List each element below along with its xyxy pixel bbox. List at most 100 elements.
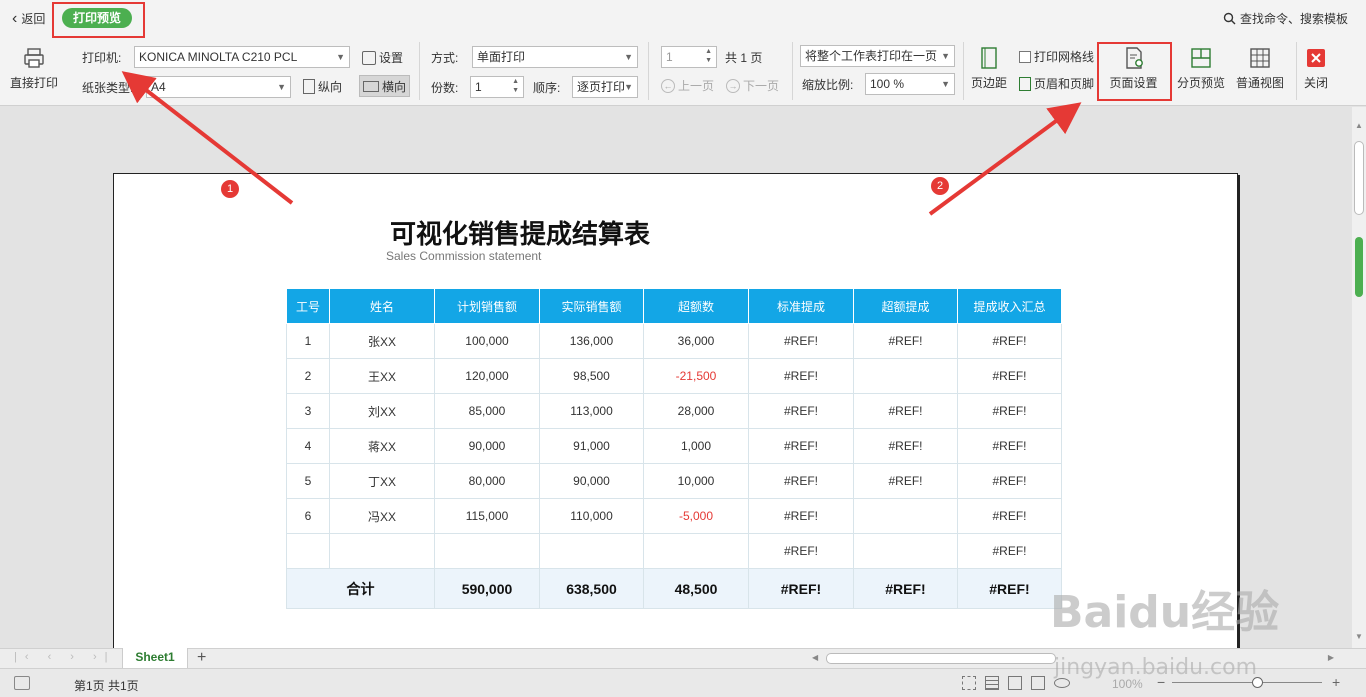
table-cell: #REF! xyxy=(748,358,854,394)
table-cell xyxy=(539,533,644,569)
table-cell: #REF! xyxy=(957,533,1062,569)
table-row: 1 张XX 100,000 136,000 36,000 #REF! #REF!… xyxy=(286,323,1062,359)
direct-print-button[interactable]: 直接打印 xyxy=(10,46,58,91)
table-cell: 120,000 xyxy=(434,358,540,394)
printer-label: 打印机: xyxy=(82,51,122,65)
scroll-left-icon[interactable]: ◀ xyxy=(812,653,818,662)
table-cell: #REF! xyxy=(748,323,854,359)
total-pages: 共 1 页 xyxy=(725,51,763,65)
table-cell: 3 xyxy=(286,393,330,429)
header-cell: 实际销售额 xyxy=(539,288,644,324)
print-gridlines-checkbox[interactable]: 打印网格线 xyxy=(1019,48,1094,65)
zoom-label: 缩放比例: xyxy=(802,78,854,92)
tab-sheet1[interactable]: Sheet1 xyxy=(122,648,188,669)
copies-stepper[interactable]: 1 ▲ ▼ xyxy=(470,76,524,98)
printer-select[interactable]: KONICA MINOLTA C210 PCL ▼ xyxy=(134,46,350,68)
table-cell: #REF! xyxy=(957,498,1062,534)
close-preview-button[interactable]: 关闭 xyxy=(1304,46,1328,91)
header-footer-button[interactable]: 页眉和页脚 xyxy=(1019,75,1094,92)
table-cell xyxy=(853,498,958,534)
header-cell: 提成收入汇总 xyxy=(957,288,1062,324)
horizontal-scroll-thumb[interactable] xyxy=(826,653,1056,664)
table-row: 5 丁XX 80,000 90,000 10,000 #REF! #REF! #… xyxy=(286,463,1062,499)
table-cell xyxy=(434,533,540,569)
search-icon xyxy=(1223,12,1236,25)
zoom-in-button[interactable]: + xyxy=(1332,674,1340,690)
table-cell: 115,000 xyxy=(434,498,540,534)
search-label: 查找命令、搜索模板 xyxy=(1239,12,1348,26)
print-gridlines-label: 打印网格线 xyxy=(1034,50,1095,64)
zoom-select[interactable]: 100 % ▼ xyxy=(865,73,955,95)
total-label: 合计 xyxy=(286,568,435,609)
table-cell: #REF! xyxy=(957,393,1062,429)
table-row: 4 蒋XX 90,000 91,000 1,000 #REF! #REF! #R… xyxy=(286,428,1062,464)
order-select[interactable]: 逐页打印 ▼ xyxy=(572,76,638,98)
total-cell: #REF! xyxy=(957,568,1062,609)
table-cell: 91,000 xyxy=(539,428,644,464)
margins-icon xyxy=(981,47,997,69)
scroll-thumb[interactable] xyxy=(1354,141,1364,215)
next-page-label: 下一页 xyxy=(743,79,780,93)
landscape-button[interactable]: 横向 xyxy=(359,75,411,97)
zoom-slider[interactable] xyxy=(1172,677,1322,688)
total-row: 合计 590,000 638,500 48,500 #REF! #REF! #R… xyxy=(286,568,1062,609)
total-cell: #REF! xyxy=(748,568,854,609)
page-break-preview-button[interactable]: 分页预览 xyxy=(1177,46,1225,91)
add-sheet-button[interactable]: + xyxy=(197,649,206,667)
vertical-scrollbar[interactable]: ▲ ▼ xyxy=(1352,107,1366,648)
margins-button[interactable]: 页边距 xyxy=(971,46,1007,91)
ribbon-divider xyxy=(1296,42,1297,100)
printer-settings-button[interactable]: 设置 xyxy=(362,49,403,66)
landscape-icon xyxy=(363,80,379,92)
copies-label: 份数: xyxy=(431,81,459,95)
table-cell: #REF! xyxy=(748,498,854,534)
table-header-row: 工号 姓名 计划销售额 实际销售额 超额数 标准提成 超额提成 提成收入汇总 xyxy=(286,288,1062,324)
table-cell: 110,000 xyxy=(539,498,644,534)
next-page-button[interactable]: → 下一页 xyxy=(726,77,779,94)
table-cell: #REF! xyxy=(853,428,958,464)
page-info: 第1页 共1页 xyxy=(74,679,139,693)
paper-type-select[interactable]: A4 ▼ xyxy=(146,76,291,98)
printer-value: KONICA MINOLTA C210 PCL xyxy=(139,50,298,64)
portrait-button[interactable]: 纵向 xyxy=(303,78,342,95)
normal-view-button[interactable]: 普通视图 xyxy=(1236,46,1284,91)
scroll-down-icon[interactable]: ▼ xyxy=(1355,632,1363,641)
table-cell: 28,000 xyxy=(643,393,749,429)
total-cell: 48,500 xyxy=(643,568,749,609)
header-cell: 标准提成 xyxy=(748,288,854,324)
printer-icon xyxy=(24,48,44,68)
scroll-right-icon[interactable]: ▶ xyxy=(1328,653,1334,662)
scroll-up-icon[interactable]: ▲ xyxy=(1355,121,1363,130)
normal-view-icon[interactable] xyxy=(985,676,999,690)
fit-to-page-value: 将整个工作表打印在一页 xyxy=(805,49,938,63)
command-search[interactable]: 查找命令、搜索模板 xyxy=(1223,10,1348,27)
header-cell: 姓名 xyxy=(329,288,435,324)
stepper-arrows-icon: ▲ ▼ xyxy=(512,78,519,94)
table-cell: 36,000 xyxy=(643,323,749,359)
table-cell xyxy=(853,533,958,569)
tab-nav-icon[interactable]: |‹ ‹ › ›| xyxy=(14,651,116,663)
table-cell: #REF! xyxy=(748,393,854,429)
printer-settings-label: 设置 xyxy=(379,51,404,65)
back-button[interactable]: ‹ 返回 xyxy=(12,10,45,27)
watermark-url: jingyan.baidu.com xyxy=(1054,655,1258,680)
page-layout-icon[interactable] xyxy=(1008,676,1022,690)
table-cell: 113,000 xyxy=(539,393,644,429)
prev-page-button[interactable]: ← 上一页 xyxy=(661,77,714,94)
macro-icon[interactable] xyxy=(14,676,30,690)
zoom-slider-indicator[interactable] xyxy=(1355,237,1363,297)
page-number-stepper[interactable]: 1 ▲ ▼ xyxy=(661,46,717,68)
normal-view-label: 普通视图 xyxy=(1236,76,1285,90)
table-cell: 90,000 xyxy=(539,463,644,499)
page-break-view-icon[interactable] xyxy=(1031,676,1045,690)
fullscreen-icon[interactable] xyxy=(962,676,976,690)
close-label: 关闭 xyxy=(1304,76,1329,90)
margins-label: 页边距 xyxy=(971,76,1008,90)
print-mode-select[interactable]: 单面打印 ▼ xyxy=(472,46,638,68)
table-cell: 刘XX xyxy=(329,393,435,429)
table-cell: #REF! xyxy=(853,463,958,499)
fit-to-page-select[interactable]: 将整个工作表打印在一页 ▼ xyxy=(800,45,955,67)
dropdown-arrow-icon: ▼ xyxy=(941,51,950,61)
table-cell: 1,000 xyxy=(643,428,749,464)
grid-icon xyxy=(1250,48,1270,68)
